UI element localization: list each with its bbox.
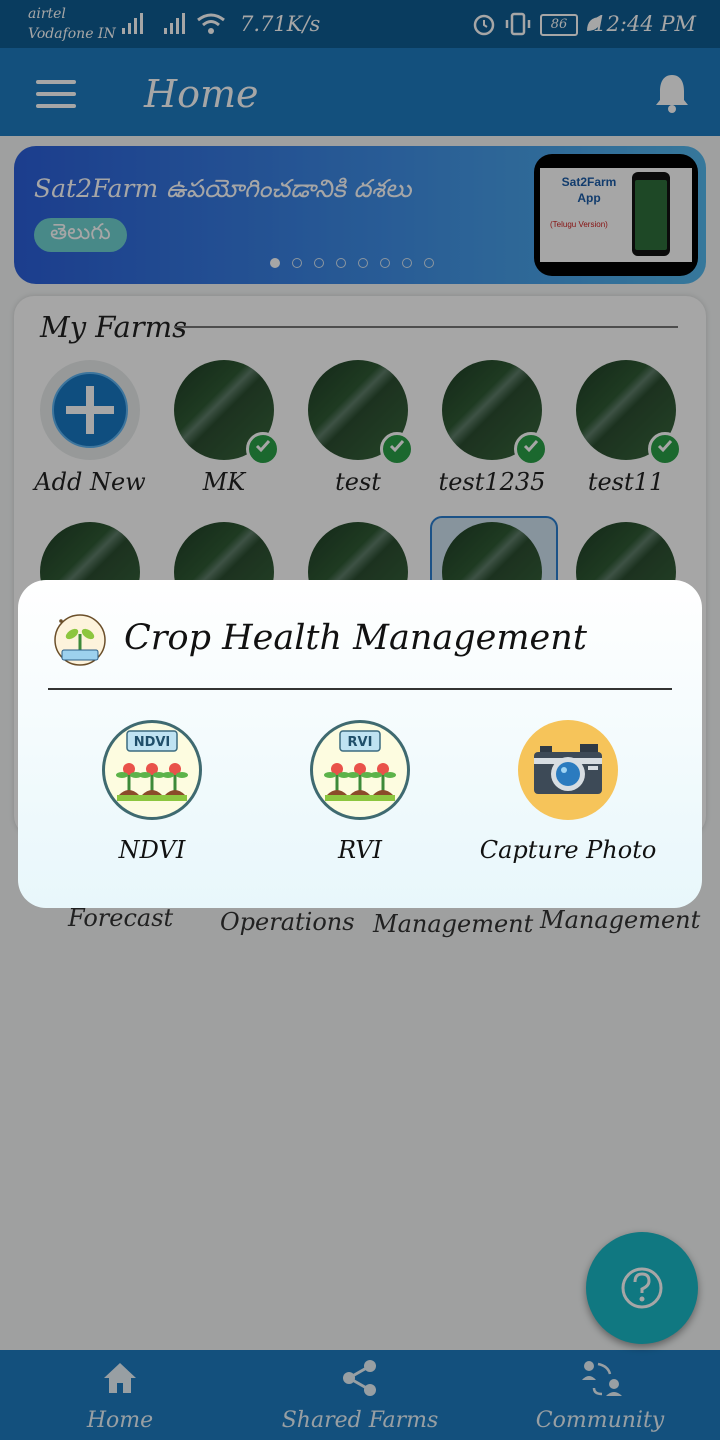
- ndvi-label: NDVI: [118, 836, 186, 864]
- rvi-label: RVI: [337, 836, 383, 864]
- capture-photo-option-button[interactable]: Capture Photo: [468, 720, 668, 864]
- rvi-badge-text: RVI: [348, 735, 373, 750]
- crop-health-dialog: Crop Health Management NDVI NDVI RVI RVI…: [18, 580, 702, 908]
- ndvi-badge-text: NDVI: [134, 735, 171, 750]
- ndvi-plants-icon: NDVI: [102, 720, 202, 820]
- capture-photo-label: Capture Photo: [479, 836, 657, 864]
- dialog-title: Crop Health Management: [124, 618, 587, 658]
- ndvi-option-button[interactable]: NDVI NDVI: [52, 720, 252, 864]
- rvi-option-button[interactable]: RVI RVI: [260, 720, 460, 864]
- dialog-divider: [48, 688, 672, 690]
- crop-health-badge-icon: [54, 614, 106, 666]
- camera-icon: [518, 720, 618, 820]
- rvi-plants-icon: RVI: [310, 720, 410, 820]
